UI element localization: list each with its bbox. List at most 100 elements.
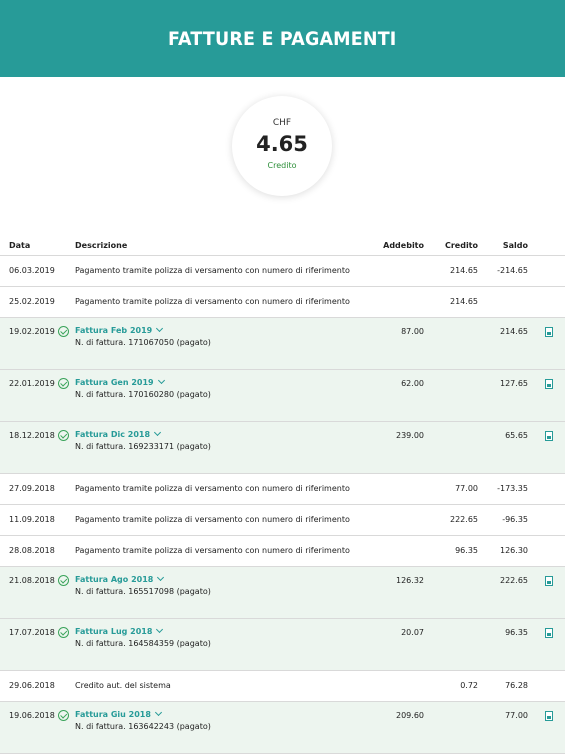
invoice-toggle[interactable]: Fattura Lug 2018 xyxy=(75,625,164,636)
row-date: 17.07.2018 xyxy=(9,628,55,637)
table-row: 11.09.2018 Pagamento tramite polizza di v… xyxy=(0,505,565,536)
balance-circle: CHF 4.65 Credito xyxy=(232,96,332,196)
row-date: 19.06.2018 xyxy=(9,711,55,720)
table-header: Data Descrizione Addebito Credito Saldo xyxy=(0,235,565,256)
pdf-icon[interactable] xyxy=(545,327,553,337)
invoice-title: Fattura Giu 2018 xyxy=(75,710,151,719)
pdf-icon[interactable] xyxy=(545,628,553,638)
invoice-title: Fattura Ago 2018 xyxy=(75,575,154,584)
row-date: 19.02.2019 xyxy=(9,327,55,336)
row-credit: 214.65 xyxy=(450,297,478,306)
chevron-down-icon xyxy=(157,573,165,582)
pdf-icon[interactable] xyxy=(545,576,553,586)
balance-label: Credito xyxy=(267,161,297,170)
pdf-icon[interactable] xyxy=(545,711,553,721)
check-circle-icon xyxy=(58,627,69,638)
invoice-toggle[interactable]: Fattura Feb 2019 xyxy=(75,324,164,335)
row-balance: -214.65 xyxy=(497,266,528,275)
row-date: 22.01.2019 xyxy=(9,379,55,388)
check-circle-icon xyxy=(58,378,69,389)
row-balance: 65.65 xyxy=(505,431,528,440)
invoice-number: N. di fattura. 171067050 (pagato) xyxy=(75,338,211,347)
row-description: Pagamento tramite polizza di versamento … xyxy=(75,297,350,306)
row-description: Pagamento tramite polizza di versamento … xyxy=(75,266,350,275)
column-header-credit: Credito xyxy=(444,241,478,250)
page-title: FATTURE E PAGAMENTI xyxy=(168,27,397,50)
invoice-row: 22.01.2019 Fattura Gen 2019 N. di fattura.… xyxy=(0,370,565,422)
invoice-toggle[interactable]: Fattura Dic 2018 xyxy=(75,428,162,439)
column-header-balance: Saldo xyxy=(502,241,528,250)
row-credit: 222.65 xyxy=(450,515,478,524)
table-row: 27.09.2018 Pagamento tramite polizza di v… xyxy=(0,474,565,505)
table-row: 28.08.2018 Pagamento tramite polizza di v… xyxy=(0,536,565,567)
row-debit: 87.00 xyxy=(401,327,424,336)
row-description: Pagamento tramite polizza di versamento … xyxy=(75,484,350,493)
row-description: Pagamento tramite polizza di versamento … xyxy=(75,546,350,555)
invoice-toggle[interactable]: Fattura Giu 2018 xyxy=(75,708,162,719)
invoice-number: N. di fattura. 164584359 (pagato) xyxy=(75,639,211,648)
invoice-title: Fattura Lug 2018 xyxy=(75,627,153,636)
chevron-down-icon xyxy=(157,376,165,385)
row-date: 25.02.2019 xyxy=(9,297,55,306)
invoice-row: 19.06.2018 Fattura Giu 2018 N. di fattura.… xyxy=(0,702,565,754)
row-description: Credito aut. del sistema xyxy=(75,681,171,690)
chevron-down-icon xyxy=(156,324,164,333)
invoice-title: Fattura Gen 2019 xyxy=(75,378,154,387)
pdf-icon[interactable] xyxy=(545,431,553,441)
row-balance: 214.65 xyxy=(500,327,528,336)
row-description: Pagamento tramite polizza di versamento … xyxy=(75,515,350,524)
invoice-number: N. di fattura. 169233171 (pagato) xyxy=(75,442,211,451)
check-circle-icon xyxy=(58,710,69,721)
row-balance: 222.65 xyxy=(500,576,528,585)
chevron-down-icon xyxy=(154,708,162,717)
invoice-title: Fattura Feb 2019 xyxy=(75,326,153,335)
row-date: 29.06.2018 xyxy=(9,681,55,690)
row-credit: 96.35 xyxy=(455,546,478,555)
invoice-number: N. di fattura. 163642243 (pagato) xyxy=(75,722,211,731)
row-debit: 126.32 xyxy=(396,576,424,585)
column-header-date: Data xyxy=(9,241,31,250)
invoice-toggle[interactable]: Fattura Ago 2018 xyxy=(75,573,165,584)
row-balance: 126.30 xyxy=(500,546,528,555)
row-credit: 0.72 xyxy=(460,681,478,690)
invoice-row: 19.02.2019 Fattura Feb 2019 N. di fattura.… xyxy=(0,318,565,370)
row-credit: 77.00 xyxy=(455,484,478,493)
column-header-debit: Addebito xyxy=(383,241,424,250)
row-date: 21.08.2018 xyxy=(9,576,55,585)
check-circle-icon xyxy=(58,430,69,441)
row-balance: 77.00 xyxy=(505,711,528,720)
row-date: 28.08.2018 xyxy=(9,546,55,555)
invoice-row: 18.12.2018 Fattura Dic 2018 N. di fattura.… xyxy=(0,422,565,474)
invoice-toggle[interactable]: Fattura Gen 2019 xyxy=(75,376,165,387)
invoice-row: 17.07.2018 Fattura Lug 2018 N. di fattura.… xyxy=(0,619,565,671)
column-header-description: Descrizione xyxy=(75,241,128,250)
check-circle-icon xyxy=(58,326,69,337)
row-balance: -173.35 xyxy=(497,484,528,493)
transactions-table: Data Descrizione Addebito Credito Saldo … xyxy=(0,235,565,754)
table-row: 25.02.2019 Pagamento tramite polizza di v… xyxy=(0,287,565,318)
check-circle-icon xyxy=(58,575,69,586)
invoice-number: N. di fattura. 165517098 (pagato) xyxy=(75,587,211,596)
invoice-title: Fattura Dic 2018 xyxy=(75,430,151,439)
invoice-number: N. di fattura. 170160280 (pagato) xyxy=(75,390,211,399)
pdf-icon[interactable] xyxy=(545,379,553,389)
invoice-row: 21.08.2018 Fattura Ago 2018 N. di fattura.… xyxy=(0,567,565,619)
chevron-down-icon xyxy=(154,428,162,437)
row-balance: 96.35 xyxy=(505,628,528,637)
row-debit: 20.07 xyxy=(401,628,424,637)
table-body: 06.03.2019 Pagamento tramite polizza di v… xyxy=(0,256,565,754)
chevron-down-icon xyxy=(156,625,164,634)
page-header: FATTURE E PAGAMENTI xyxy=(0,0,565,77)
row-credit: 214.65 xyxy=(450,266,478,275)
row-debit: 62.00 xyxy=(401,379,424,388)
balance-amount: 4.65 xyxy=(256,132,308,156)
row-debit: 239.00 xyxy=(396,431,424,440)
row-date: 27.09.2018 xyxy=(9,484,55,493)
table-row: 29.06.2018 Credito aut. del sistema 0.72 76… xyxy=(0,671,565,702)
row-balance: 76.28 xyxy=(505,681,528,690)
row-date: 18.12.2018 xyxy=(9,431,55,440)
row-debit: 209.60 xyxy=(396,711,424,720)
row-balance: 127.65 xyxy=(500,379,528,388)
balance-currency: CHF xyxy=(272,118,292,128)
row-date: 06.03.2019 xyxy=(9,266,55,275)
